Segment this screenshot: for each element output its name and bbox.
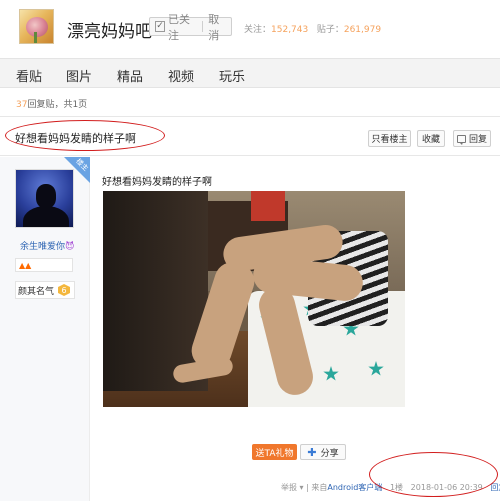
- collect-button[interactable]: 收藏: [417, 130, 445, 147]
- follow-button[interactable]: ✓ 已关注 取 消: [149, 13, 232, 42]
- plus-icon: ✚: [307, 445, 317, 459]
- report-link[interactable]: 举报: [281, 483, 297, 492]
- forum-nav: 看贴 图片 精品 视频 玩乐: [0, 58, 500, 88]
- flame-icon: ▲▲: [19, 261, 32, 270]
- reply-count: 37: [16, 100, 28, 110]
- flower-stem: [34, 32, 37, 43]
- reply-text: 回复贴，共1页: [27, 100, 88, 110]
- followers-label: 关注：: [244, 25, 272, 35]
- avatar-silhouette-head: [36, 184, 56, 208]
- cancel-follow[interactable]: 取 消: [208, 11, 231, 43]
- star-pattern-6: [368, 361, 384, 376]
- devil-emoji-icon: 😈: [65, 242, 75, 252]
- photo-bg-dark: [103, 191, 208, 391]
- reply-link[interactable]: 回复: [490, 483, 500, 492]
- username[interactable]: 余生唯爱你😈: [20, 239, 74, 252]
- share-button[interactable]: ✚ 分享: [300, 444, 346, 460]
- reply-button[interactable]: 回复: [453, 130, 491, 147]
- share-label: 分享: [320, 448, 339, 459]
- check-icon: ✓: [155, 21, 166, 32]
- send-gift-button[interactable]: 送TA礼物: [252, 444, 297, 460]
- annotation-circle-time: [369, 452, 498, 497]
- post-floor-1: 楼主 余生唯爱你😈 ▲▲ 颜其名气 6 好想看妈妈发睛的样子啊 送TA礼物 ✚ …: [0, 157, 500, 501]
- nav-tab-featured[interactable]: 精品: [117, 66, 143, 85]
- avatar[interactable]: [15, 169, 74, 228]
- user-level[interactable]: 颜其名气 6: [15, 281, 75, 299]
- forum-name[interactable]: 漂亮妈妈吧: [67, 17, 152, 42]
- comment-icon: [456, 134, 466, 145]
- star-pattern-5: [323, 366, 339, 381]
- posts-label: 贴子：: [316, 25, 344, 35]
- post-image[interactable]: [103, 191, 405, 407]
- level-title: 颜其名气: [18, 286, 55, 297]
- only-op-button[interactable]: 只看楼主: [368, 130, 411, 147]
- author-column: 楼主 余生唯爱你😈 ▲▲ 颜其名气 6: [0, 157, 90, 501]
- forum-logo[interactable]: [19, 9, 54, 44]
- nav-tab-images[interactable]: 图片: [66, 66, 92, 85]
- divider: [202, 21, 204, 32]
- nav-tab-videos[interactable]: 视频: [168, 66, 194, 85]
- reply-info: 37回复贴，共1页: [16, 97, 87, 110]
- followers-count: 152,743: [271, 25, 309, 35]
- source-link[interactable]: Android客户端: [327, 483, 382, 492]
- photo-bg-red: [251, 191, 285, 221]
- annotation-circle-title: [5, 120, 165, 151]
- source-prefix: | 来自: [306, 483, 328, 492]
- posts-count: 261,979: [343, 25, 382, 35]
- chevron-down-icon: ▾: [299, 483, 304, 492]
- avatar-silhouette-body: [23, 206, 69, 227]
- forum-stats: 关注：152,743 贴子：261,979: [244, 22, 381, 35]
- follow-status: 已关注: [168, 12, 191, 42]
- level-badge-icon: 6: [58, 284, 71, 296]
- nav-tab-fun[interactable]: 玩乐: [219, 66, 245, 85]
- user-badge[interactable]: ▲▲: [15, 258, 73, 272]
- flower-icon: [26, 17, 48, 37]
- nav-tab-posts[interactable]: 看贴: [16, 66, 42, 85]
- post-content: 好想看妈妈发睛的样子啊: [102, 177, 212, 188]
- username-text: 余生唯爱你: [20, 242, 66, 252]
- forum-header: 漂亮妈妈吧 ✓ 已关注 取 消 关注：152,743 贴子：261,979: [0, 0, 500, 58]
- reply-button-label: 回复: [468, 135, 487, 145]
